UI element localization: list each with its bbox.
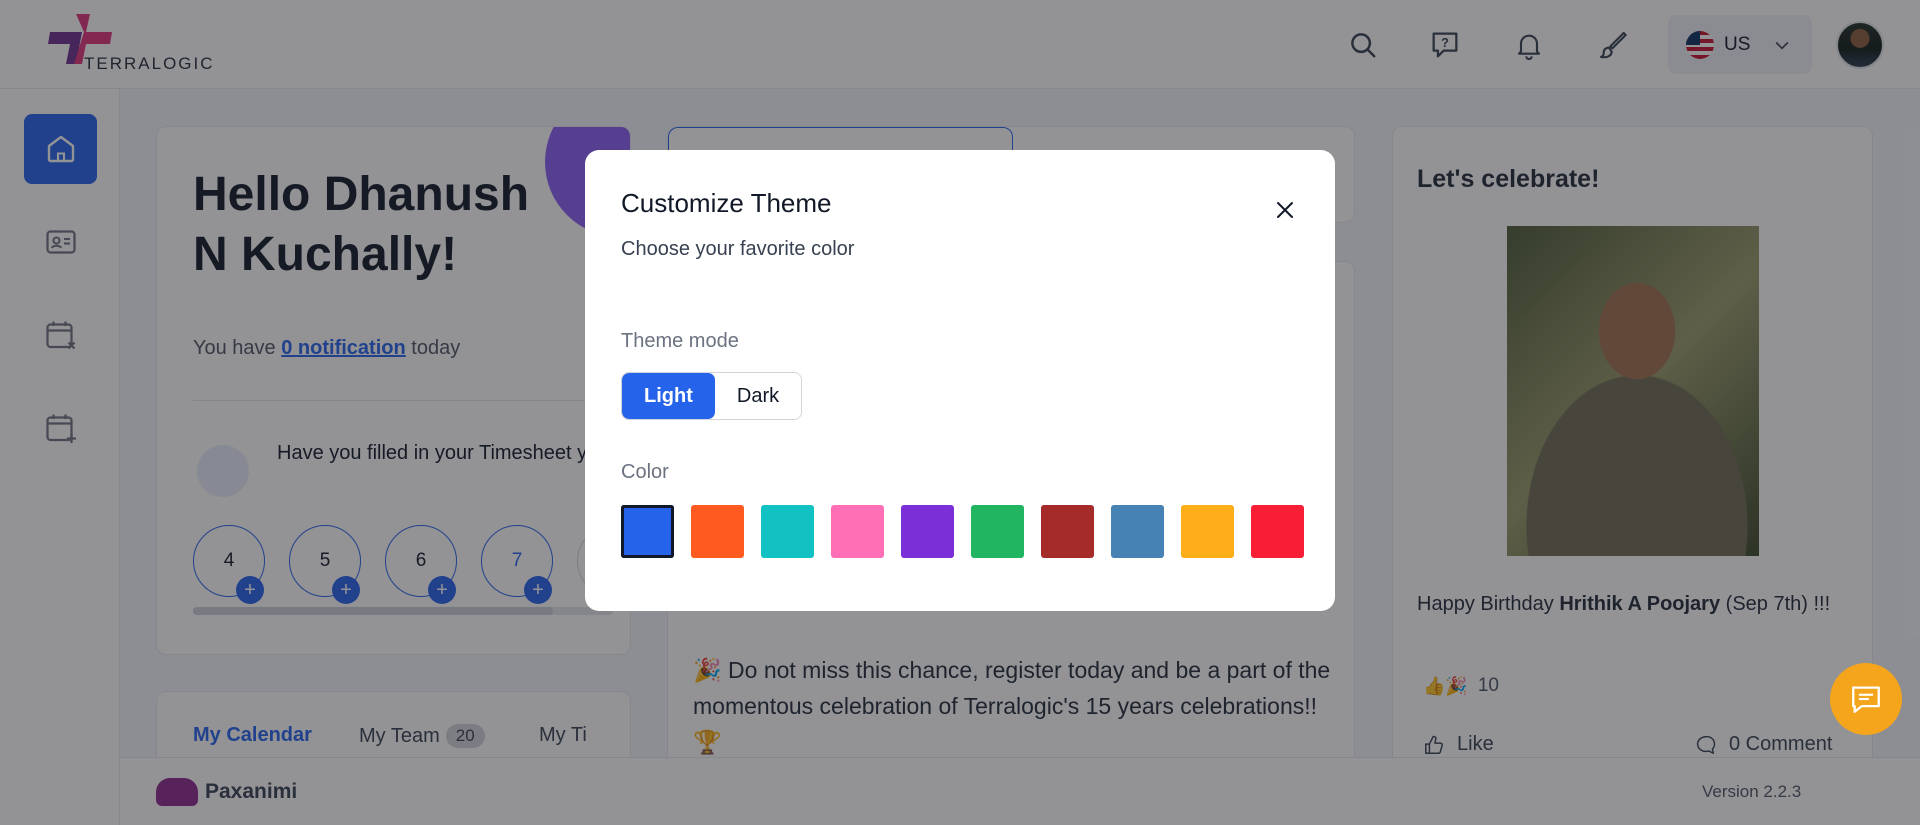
color-swatch[interactable] <box>971 505 1024 558</box>
color-swatch[interactable] <box>691 505 744 558</box>
dialog-title: Customize Theme <box>621 188 832 218</box>
color-swatch[interactable] <box>1181 505 1234 558</box>
color-swatch[interactable] <box>1111 505 1164 558</box>
dialog-subtitle: Choose your favorite color <box>621 238 855 260</box>
theme-mode-label: Theme mode <box>621 330 739 352</box>
theme-dark-option[interactable]: Dark <box>714 373 802 419</box>
customize-theme-dialog: Customize Theme Choose your favorite col… <box>585 150 1335 611</box>
color-swatches <box>621 505 1304 558</box>
color-swatch[interactable] <box>1041 505 1094 558</box>
color-label: Color <box>621 461 669 483</box>
feedback-button[interactable] <box>1830 663 1902 735</box>
color-swatch[interactable] <box>761 505 814 558</box>
color-swatch[interactable] <box>621 505 674 558</box>
close-icon <box>1277 202 1293 218</box>
color-swatch[interactable] <box>831 505 884 558</box>
color-swatch[interactable] <box>901 505 954 558</box>
theme-light-option[interactable]: Light <box>622 373 715 419</box>
color-swatch[interactable] <box>1251 505 1304 558</box>
theme-mode-toggle: Light Dark <box>621 372 803 420</box>
feedback-icon <box>1852 686 1880 713</box>
close-button[interactable] <box>1265 190 1305 230</box>
